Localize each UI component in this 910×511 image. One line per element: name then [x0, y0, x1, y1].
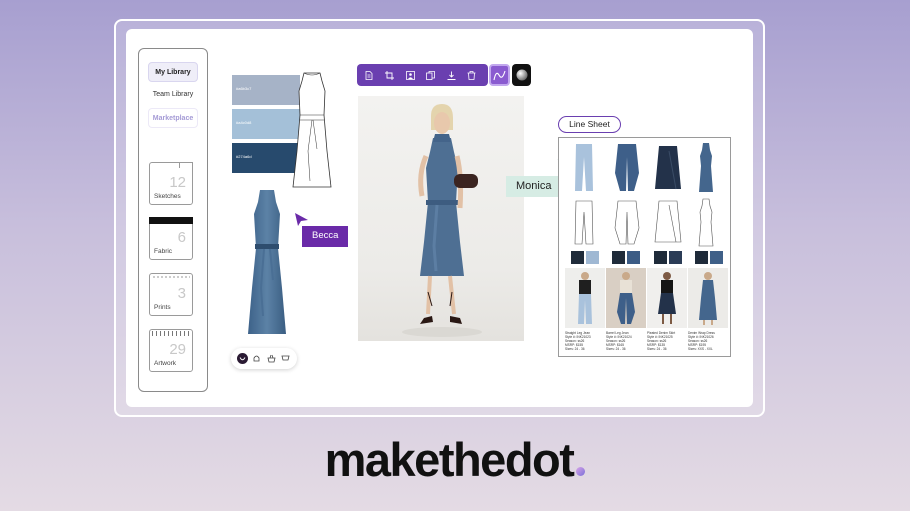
- spec-text-barrel-jean: Barrel Leg Jean Style #: INK21024 Season…: [606, 331, 648, 351]
- download-icon[interactable]: [446, 70, 456, 80]
- model-photo-straight-jean: [565, 268, 605, 328]
- folder-artwork[interactable]: 29 Artwork: [149, 329, 193, 372]
- folder-label: Prints: [154, 304, 171, 311]
- folder-sketches[interactable]: 12 Sketches: [149, 162, 193, 205]
- spec-text-straight-jean: Straight Leg Jean Style #: INK21023 Seas…: [565, 331, 607, 351]
- folder-tab: [179, 162, 193, 168]
- document-icon[interactable]: [364, 70, 374, 80]
- model-photo[interactable]: [358, 96, 524, 341]
- spec-sizes: Sizes: 24 - 36: [565, 347, 585, 351]
- model-photo-barrel-jean: [606, 268, 646, 328]
- spec-text-wrap-dress: Denim Wrap Dress Style #: INK21026 Seaso…: [688, 331, 730, 351]
- wrap-dress-flat: [698, 198, 714, 247]
- folder-label: Sketches: [154, 193, 181, 200]
- folder-prints[interactable]: 3 Prints: [149, 273, 193, 316]
- cursor-arrow-icon: [295, 213, 308, 226]
- brand-dot: [576, 467, 586, 476]
- image-toolbar: [357, 64, 488, 86]
- crop-icon[interactable]: [385, 70, 395, 80]
- sidebar-item-team-library[interactable]: Team Library: [148, 85, 198, 105]
- color-swatch[interactable]: #a6b3c7: [232, 75, 300, 105]
- spec-sizes: Sizes: 24 - 36: [647, 347, 667, 351]
- basket-icon[interactable]: [266, 353, 277, 364]
- wrap-dress-image: [699, 143, 713, 192]
- folder-label: Artwork: [154, 360, 177, 367]
- cart-icon[interactable]: [280, 353, 291, 364]
- folder-tab: [152, 331, 190, 336]
- folder-count: 3: [177, 285, 186, 302]
- swatch-hex: #a4c0d8: [236, 120, 252, 125]
- spec-sizes: Sizes: 24 - 36: [606, 347, 626, 351]
- collaborator-tag-monica: Monica: [506, 176, 562, 197]
- app-window: My Library Team Library Marketplace 12 S…: [114, 19, 765, 417]
- library-sidebar: My Library Team Library Marketplace 12 S…: [138, 48, 208, 392]
- dress-product-image[interactable]: [244, 188, 290, 336]
- straight-jean-flat: [574, 200, 594, 245]
- model-figure: [402, 104, 482, 337]
- pleated-skirt-image: [655, 146, 681, 190]
- curve-icon: [493, 70, 506, 80]
- brand-wordmark: makethedot: [324, 433, 575, 486]
- sidebar-item-marketplace[interactable]: Marketplace: [148, 108, 198, 128]
- fabric-swatch-pair: [612, 251, 640, 264]
- spec-sizes: Sizes: XXS - XXL: [688, 347, 713, 351]
- line-sheet[interactable]: Straight Leg Jean Style #: INK21023 Seas…: [558, 137, 731, 357]
- person-icon[interactable]: [405, 70, 415, 80]
- folder-label: Fabric: [154, 248, 173, 255]
- collaborator-tag-becca: Becca: [302, 226, 349, 247]
- model-photo-wrap-dress: [688, 268, 728, 328]
- dress-flat-sketch[interactable]: [291, 71, 333, 189]
- material-tool-button[interactable]: [512, 64, 531, 86]
- design-canvas[interactable]: My Library Team Library Marketplace 12 S…: [126, 29, 753, 407]
- sidebar-item-my-library[interactable]: My Library: [148, 62, 198, 82]
- bell-icon[interactable]: [251, 353, 262, 364]
- straight-jean-image: [575, 144, 593, 191]
- folder-count: 12: [169, 174, 186, 191]
- copy-icon[interactable]: [426, 70, 436, 80]
- folder-tab: [152, 275, 190, 279]
- folder-tab: [149, 217, 193, 224]
- swatch-hex: #274a6d: [236, 154, 252, 159]
- fabric-swatch-pair: [695, 251, 723, 264]
- folder-fabric[interactable]: 6 Fabric: [149, 217, 193, 260]
- swatch-hex: #a6b3c7: [236, 86, 252, 91]
- line-sheet-title: Line Sheet: [558, 116, 621, 133]
- color-swatch[interactable]: #a4c0d8: [232, 109, 300, 139]
- trash-icon[interactable]: [467, 70, 477, 80]
- folder-count: 29: [169, 341, 186, 358]
- barrel-jean-flat: [614, 200, 640, 245]
- sphere-icon: [516, 69, 527, 81]
- fabric-swatch-pair: [654, 251, 682, 264]
- folder-count: 6: [177, 229, 186, 246]
- barrel-jean-image: [615, 144, 639, 191]
- curve-tool-button[interactable]: [489, 64, 510, 86]
- canvas-tool-pill: [231, 348, 297, 369]
- pleated-skirt-flat: [654, 200, 682, 243]
- color-swatch[interactable]: #274a6d: [232, 143, 300, 173]
- model-photo-pleated-skirt: [647, 268, 687, 328]
- heart-icon[interactable]: [236, 353, 248, 364]
- fabric-swatch-pair: [571, 251, 599, 264]
- spec-text-pleated-skirt: Pleated Denim Skirt Style #: INK21025 Se…: [647, 331, 689, 351]
- brand-logo: makethedot: [0, 432, 910, 487]
